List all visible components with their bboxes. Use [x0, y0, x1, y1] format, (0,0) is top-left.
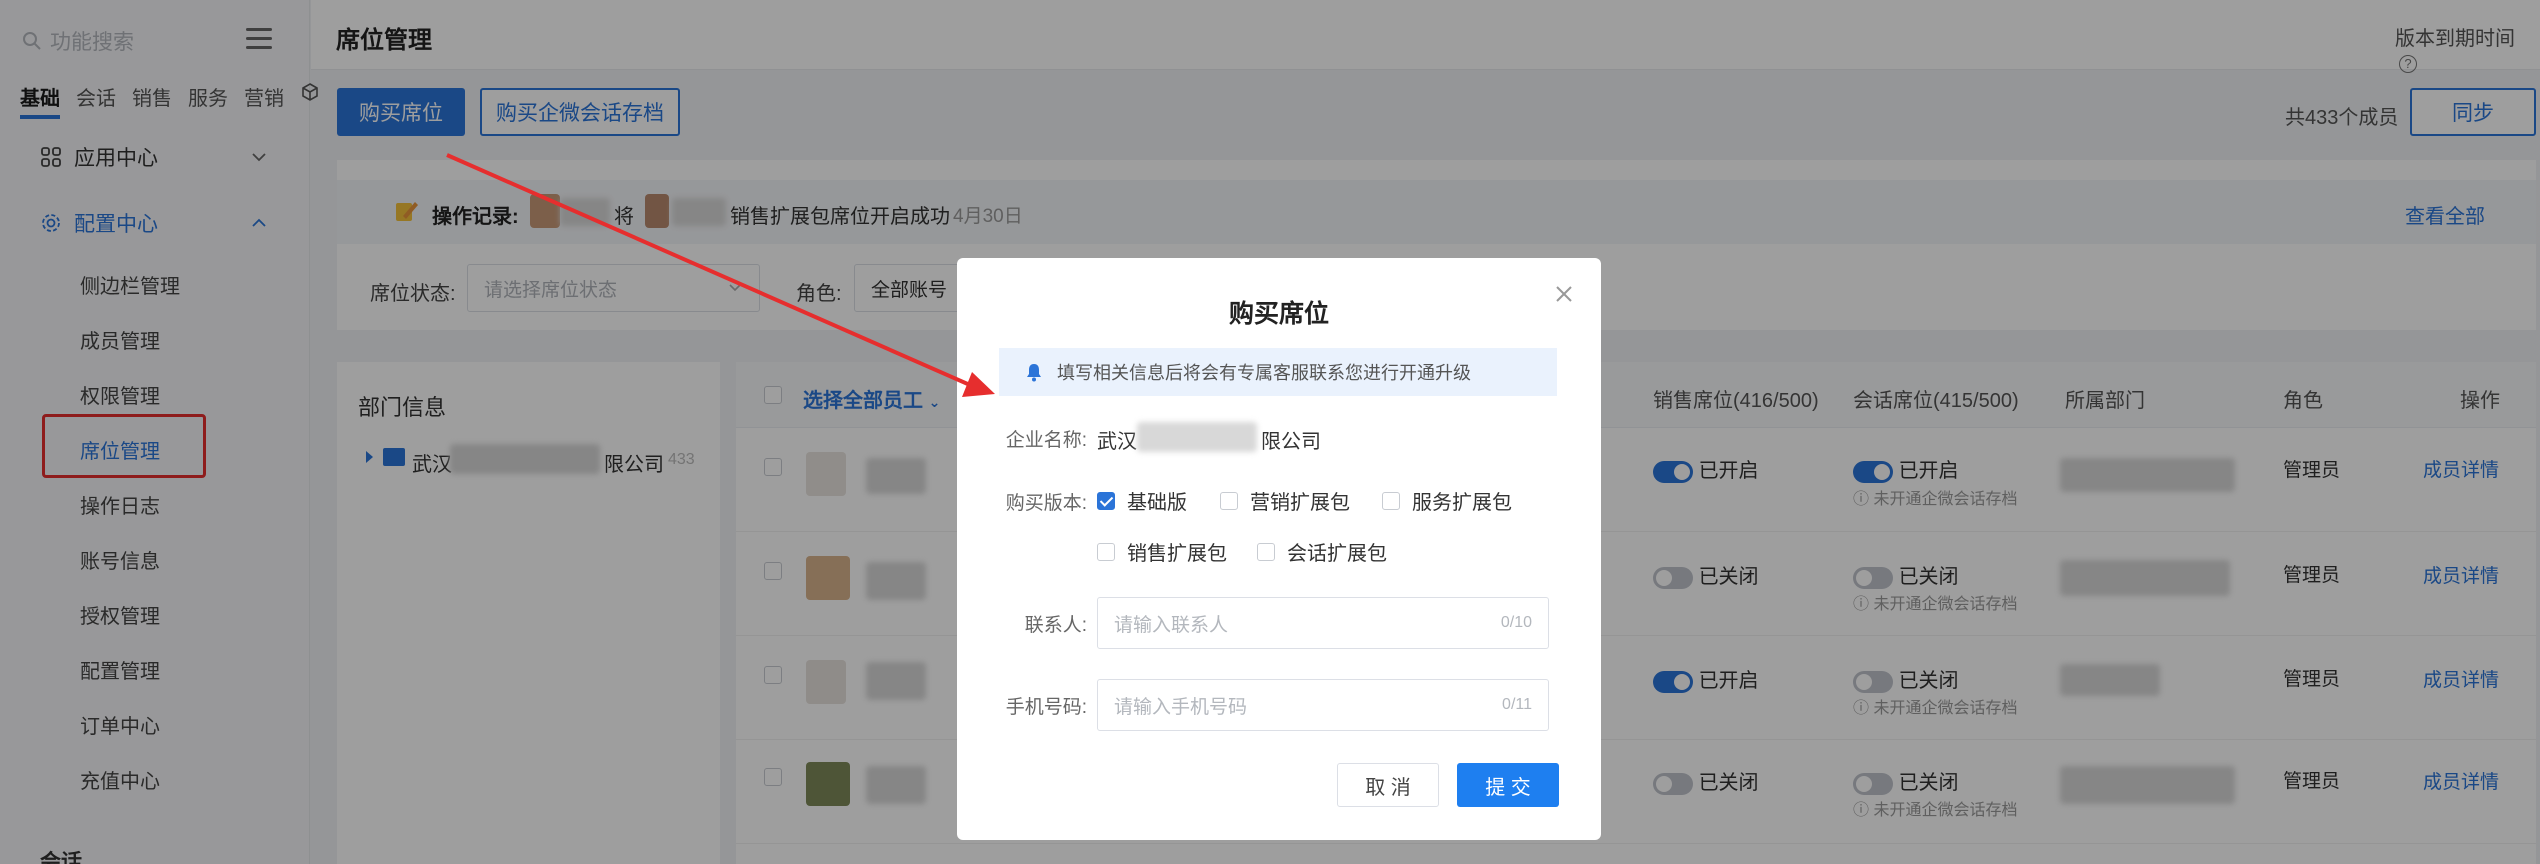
annotation-arrow: [446, 153, 995, 397]
